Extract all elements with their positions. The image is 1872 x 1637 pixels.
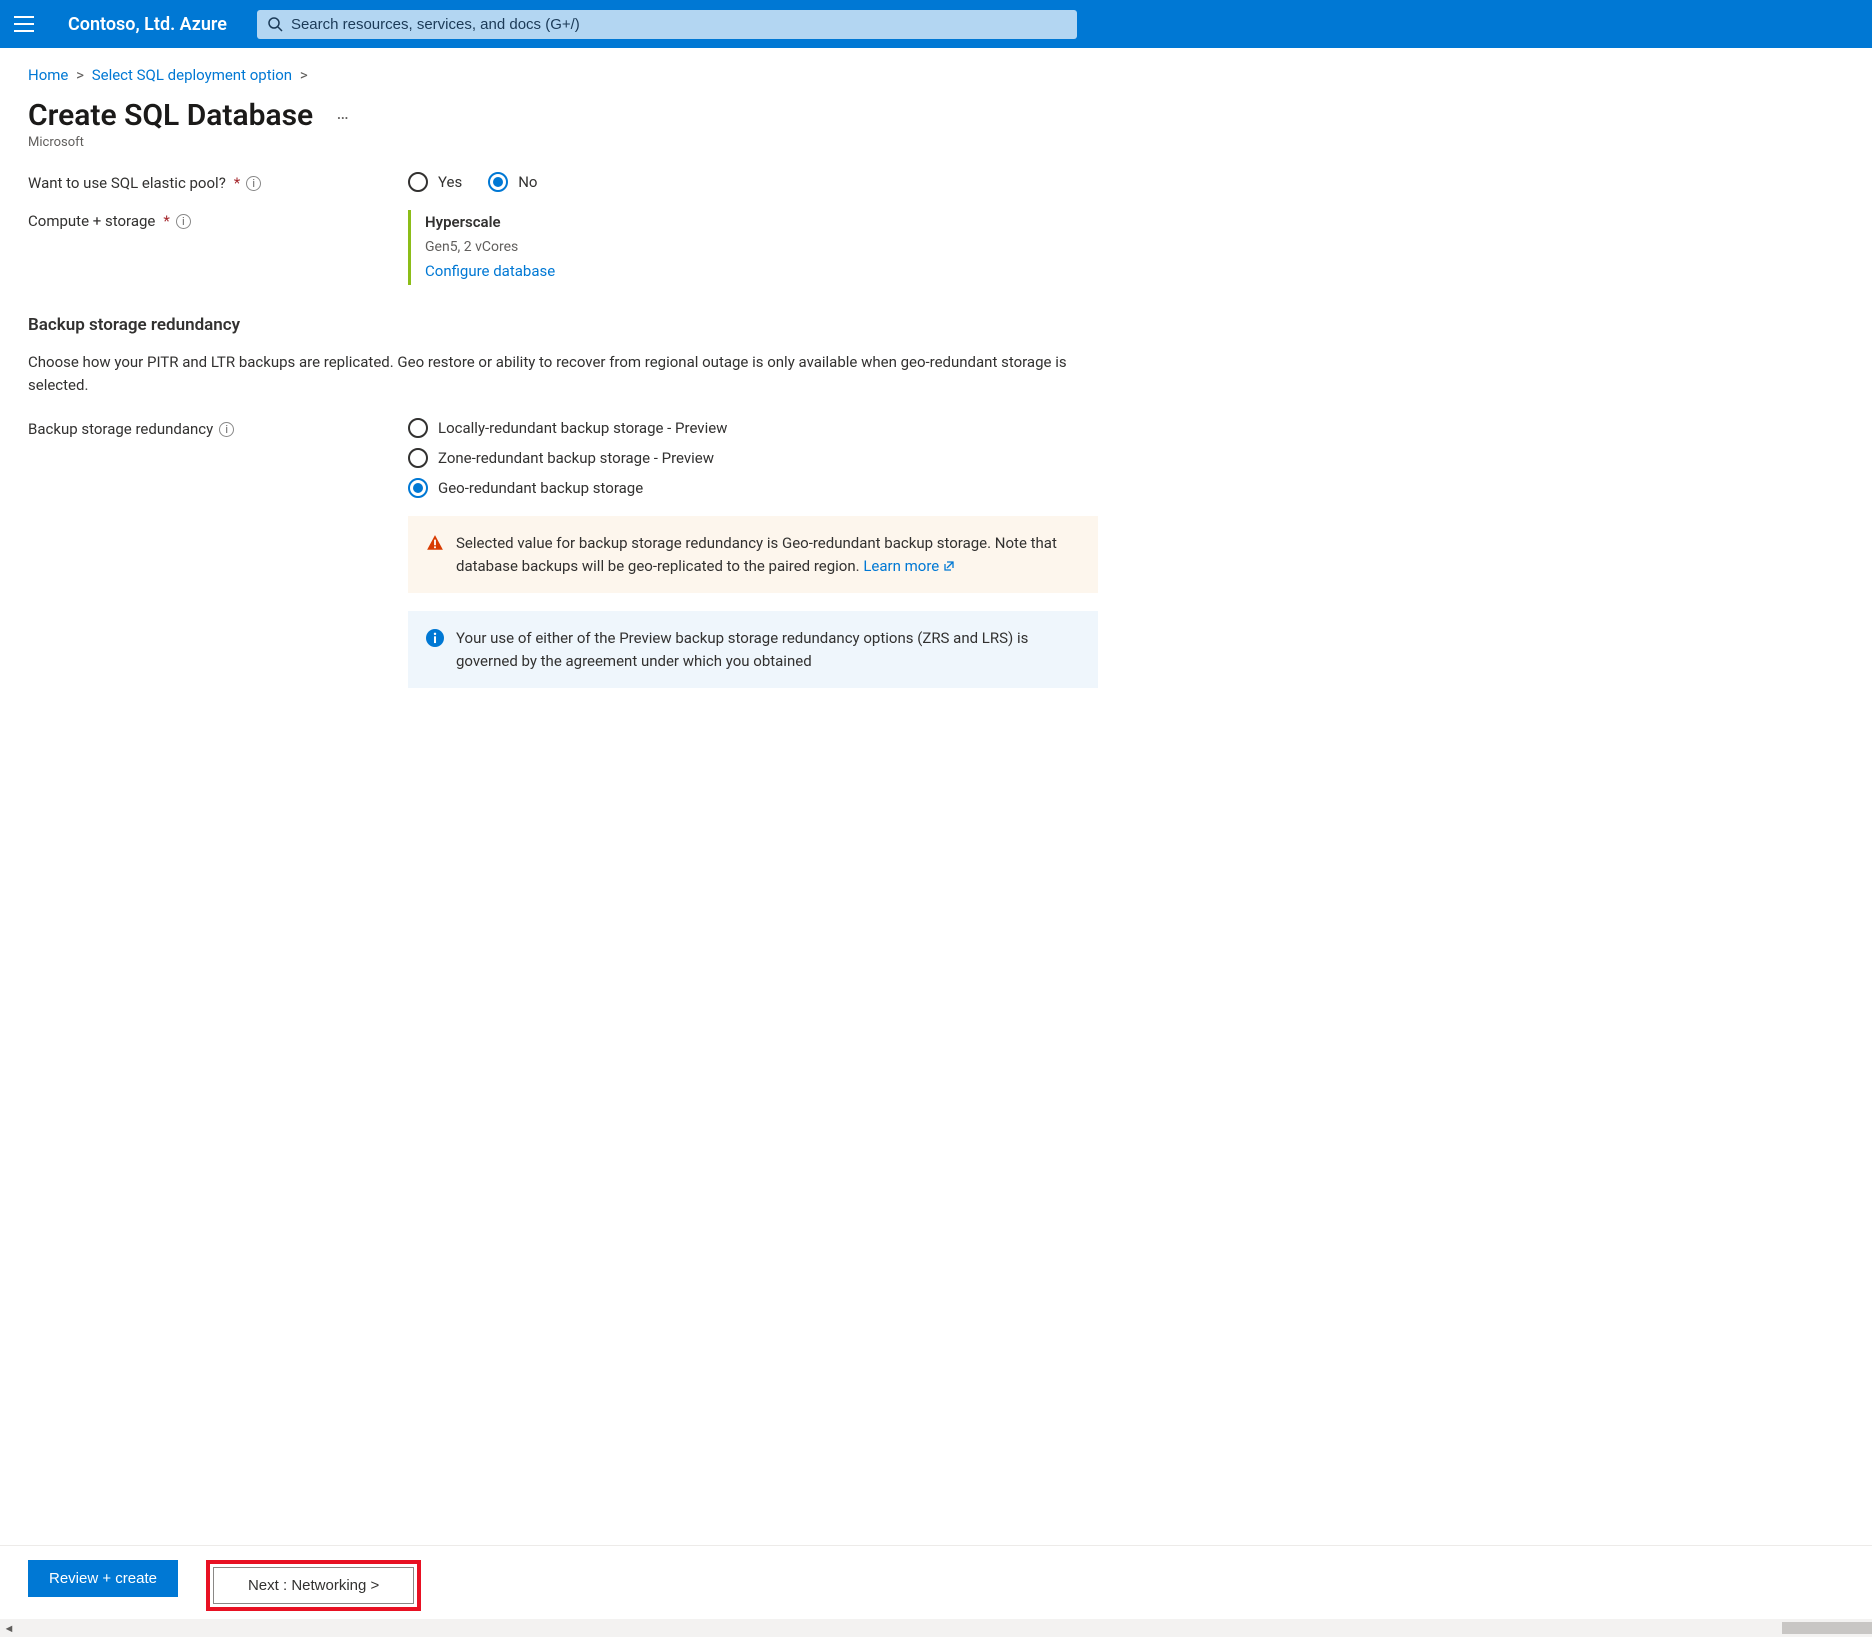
scroll-track[interactable] [18, 1621, 1872, 1635]
label-compute-text: Compute + storage [28, 212, 155, 230]
info-icon[interactable]: i [176, 214, 191, 229]
radio-label: Zone-redundant backup storage - Preview [438, 449, 714, 467]
radio-circle-icon [408, 418, 428, 438]
breadcrumb-sep: > [72, 66, 88, 84]
label-compute-storage: Compute + storage * i [28, 210, 408, 230]
page-header: Create SQL Database … Microsoft [28, 98, 1172, 150]
search-wrapper [257, 10, 1077, 39]
field-compute-storage: Hyperscale Gen5, 2 vCores Configure data… [408, 210, 1172, 285]
row-backup-redundancy: Backup storage redundancy i Locally-redu… [28, 418, 1172, 498]
callout-info-preview: Your use of either of the Preview backup… [408, 611, 1098, 688]
radio-elastic-yes[interactable]: Yes [408, 172, 462, 192]
field-elastic-pool: Yes No [408, 172, 1172, 192]
learn-more-link[interactable]: Learn more [863, 557, 955, 575]
configure-database-link[interactable]: Configure database [425, 262, 555, 280]
row-elastic-pool: Want to use SQL elastic pool? * i Yes No [28, 172, 1172, 192]
radio-backup-geo[interactable]: Geo-redundant backup storage [408, 478, 643, 498]
radio-label: No [518, 173, 537, 191]
page-content: Home > Select SQL deployment option > Cr… [0, 48, 1200, 788]
scroll-left-arrow-icon[interactable]: ◄ [0, 1622, 18, 1635]
learn-more-text: Learn more [863, 557, 939, 575]
search-icon [267, 16, 283, 32]
section-backup-heading: Backup storage redundancy [28, 315, 1172, 335]
hamburger-menu-icon[interactable] [10, 10, 38, 38]
elastic-pool-radio-group: Yes No [408, 172, 1172, 192]
label-elastic-pool: Want to use SQL elastic pool? * i [28, 172, 408, 192]
radio-elastic-no[interactable]: No [488, 172, 537, 192]
callout-warning-geo: Selected value for backup storage redund… [408, 516, 1098, 593]
compute-tier: Hyperscale [425, 210, 1172, 236]
next-networking-button[interactable]: Next : Networking > [213, 1567, 414, 1604]
radio-circle-icon [408, 478, 428, 498]
horizontal-scrollbar[interactable]: ◄ [0, 1619, 1872, 1637]
warning-text: Selected value for backup storage redund… [456, 534, 1057, 575]
info-icon[interactable]: i [219, 422, 234, 437]
warning-icon [426, 534, 444, 552]
radio-backup-local[interactable]: Locally-redundant backup storage - Previ… [408, 418, 727, 438]
label-elastic-pool-text: Want to use SQL elastic pool? [28, 174, 226, 192]
required-marker: * [161, 212, 169, 230]
portal-brand[interactable]: Contoso, Ltd. Azure [58, 14, 237, 35]
topbar: Contoso, Ltd. Azure [0, 0, 1872, 48]
compute-spec: Gen5, 2 vCores [425, 236, 1172, 260]
info-icon [426, 629, 444, 647]
info-icon[interactable]: i [246, 176, 261, 191]
radio-circle-icon [408, 172, 428, 192]
field-backup-redundancy: Locally-redundant backup storage - Previ… [408, 418, 1172, 498]
search-input[interactable] [291, 16, 1067, 33]
breadcrumb: Home > Select SQL deployment option > [28, 66, 1172, 84]
radio-label: Locally-redundant backup storage - Previ… [438, 419, 727, 437]
radio-circle-icon [408, 448, 428, 468]
callout-info-text: Your use of either of the Preview backup… [456, 627, 1080, 672]
compute-summary: Hyperscale Gen5, 2 vCores Configure data… [408, 210, 1172, 285]
breadcrumb-deployment[interactable]: Select SQL deployment option [92, 66, 292, 84]
section-backup-description: Choose how your PITR and LTR backups are… [28, 351, 1088, 396]
radio-label: Geo-redundant backup storage [438, 479, 643, 497]
global-search[interactable] [257, 10, 1077, 39]
more-actions-icon[interactable]: … [337, 103, 349, 124]
radio-backup-zone[interactable]: Zone-redundant backup storage - Preview [408, 448, 714, 468]
external-link-icon [943, 556, 955, 568]
radio-circle-icon [488, 172, 508, 192]
row-compute-storage: Compute + storage * i Hyperscale Gen5, 2… [28, 210, 1172, 285]
next-highlight: Next : Networking > [206, 1560, 421, 1611]
page-title: Create SQL Database [28, 98, 313, 133]
required-marker: * [232, 174, 240, 192]
review-create-button[interactable]: Review + create [28, 1560, 178, 1597]
backup-redundancy-radio-group: Locally-redundant backup storage - Previ… [408, 418, 1172, 498]
breadcrumb-sep: > [296, 66, 312, 84]
radio-label: Yes [438, 173, 462, 191]
callout-warning-text: Selected value for backup storage redund… [456, 532, 1080, 577]
label-backup-text: Backup storage redundancy [28, 420, 213, 438]
page-subtitle: Microsoft [28, 135, 1172, 150]
scroll-thumb[interactable] [1782, 1622, 1872, 1634]
breadcrumb-home[interactable]: Home [28, 66, 68, 84]
label-backup-redundancy: Backup storage redundancy i [28, 418, 408, 438]
